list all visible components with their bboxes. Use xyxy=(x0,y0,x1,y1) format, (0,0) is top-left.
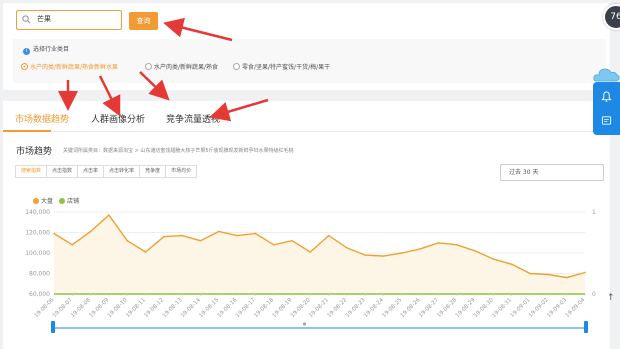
zoom-slider-handle xyxy=(51,321,55,333)
message-icon[interactable] xyxy=(601,115,612,126)
data-point xyxy=(181,234,183,237)
side-toolbar xyxy=(593,82,620,135)
y-tick-label: 120,000 xyxy=(25,230,50,237)
data-point xyxy=(126,239,129,242)
data-point xyxy=(71,244,74,246)
y-tick-label: 140,000 xyxy=(25,209,50,216)
data-point xyxy=(401,252,403,254)
data-point xyxy=(510,263,513,266)
data-point xyxy=(565,276,568,279)
y2-tick-label: 1 xyxy=(592,209,596,216)
data-point xyxy=(199,239,202,242)
data-point xyxy=(163,235,165,238)
data-point xyxy=(474,250,476,252)
data-point xyxy=(327,234,330,237)
data-point xyxy=(144,251,147,253)
data-point xyxy=(456,244,458,246)
data-point xyxy=(236,234,238,237)
data-point xyxy=(346,247,348,249)
x-tick-label: 19-09-04 xyxy=(565,297,587,319)
data-point xyxy=(492,258,495,260)
data-point xyxy=(309,251,312,253)
zoom-slider-dot xyxy=(302,322,307,326)
trend-chart: 140,000120,000100,00080,00060,0001019-08… xyxy=(25,209,596,333)
y2-tick-label: 0 xyxy=(592,291,596,298)
bell-icon[interactable] xyxy=(601,91,612,102)
data-point xyxy=(89,230,92,233)
data-point xyxy=(382,255,385,257)
data-point xyxy=(364,254,367,256)
up-arrow-icon[interactable]: ↑ xyxy=(607,293,615,303)
data-point xyxy=(254,232,257,235)
data-point xyxy=(547,273,550,276)
zoom-slider-handle xyxy=(584,321,588,333)
data-point xyxy=(419,248,422,250)
data-point xyxy=(217,230,220,233)
data-point xyxy=(272,244,275,246)
data-point xyxy=(437,241,440,244)
y-tick-label: 60,000 xyxy=(29,291,50,298)
y-tick-label: 100,000 xyxy=(25,250,50,257)
area-fill xyxy=(54,215,585,294)
data-point xyxy=(529,272,531,275)
data-point xyxy=(108,214,110,216)
data-point xyxy=(291,239,293,242)
data-point xyxy=(584,271,586,274)
data-point xyxy=(53,232,55,235)
y-tick-label: 80,000 xyxy=(29,271,50,278)
